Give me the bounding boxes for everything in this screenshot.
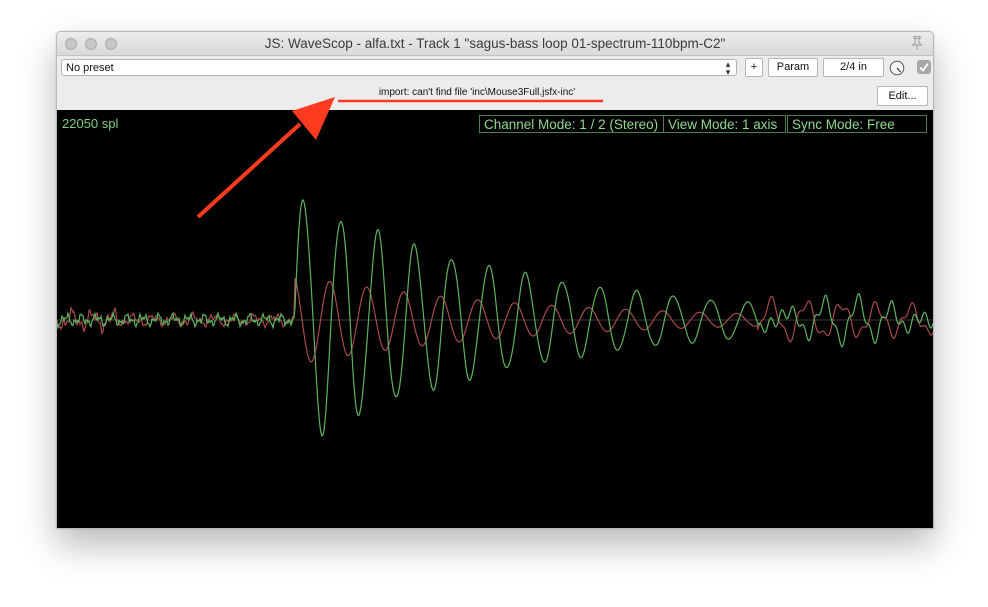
waveform-plot: [57, 198, 933, 437]
window-title: JS: WaveScop - alfa.txt - Track 1 "sagus…: [264, 36, 726, 51]
channel-mode-button[interactable]: Channel Mode: 1 / 2 (Stereo): [479, 115, 664, 133]
bypass-checkbox[interactable]: [917, 60, 931, 74]
pin-icon[interactable]: [909, 35, 925, 51]
plugin-toolbar: No preset ▴ ▾ + Param 2/4 in import: can'…: [57, 56, 933, 110]
updown-chevron-icon: ▴ ▾: [725, 59, 731, 77]
preset-select[interactable]: No preset ▴ ▾: [61, 59, 737, 77]
edit-button[interactable]: Edit...: [877, 86, 928, 106]
checkmark-icon: [919, 62, 929, 72]
add-preset-button[interactable]: +: [745, 58, 763, 77]
sample-count-label: 22050 spl: [62, 116, 119, 131]
title-bar[interactable]: JS: WaveScop - alfa.txt - Track 1 "sagus…: [57, 32, 933, 56]
channel-2-waveform: [57, 198, 933, 437]
preset-value: No preset: [66, 62, 114, 74]
error-message: import: can't find file 'inc\Mouse3Full.…: [378, 87, 576, 98]
plugin-window: JS: WaveScop - alfa.txt - Track 1 "sagus…: [56, 31, 934, 529]
wet-dry-knob[interactable]: [889, 60, 905, 76]
param-button[interactable]: Param: [768, 58, 818, 77]
oscilloscope-display[interactable]: 22050 spl Channel Mode: 1 / 2 (Stereo) V…: [57, 110, 933, 528]
view-mode-button[interactable]: View Mode: 1 axis: [663, 115, 786, 133]
sync-mode-button[interactable]: Sync Mode: Free: [787, 115, 927, 133]
io-routing-button[interactable]: 2/4 in: [823, 58, 884, 77]
